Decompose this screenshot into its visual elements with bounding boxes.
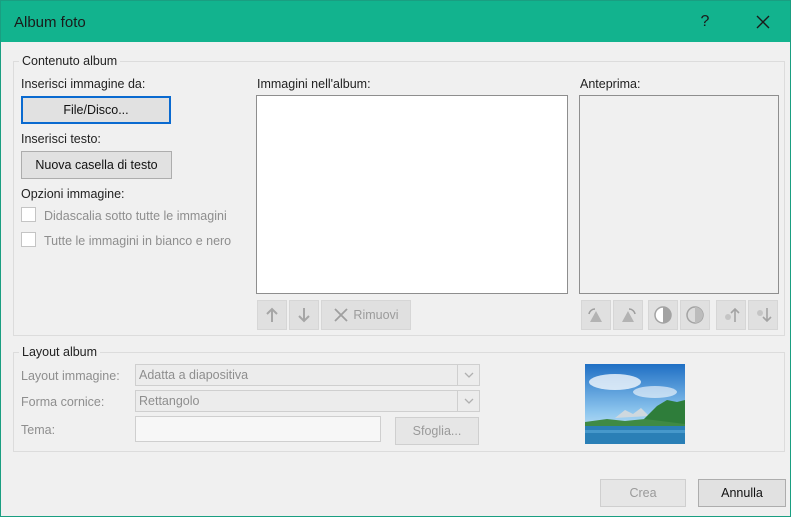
theme-label: Tema: — [21, 423, 56, 437]
move-up-button[interactable] — [257, 300, 287, 330]
theme-input[interactable] — [135, 416, 381, 442]
new-textbox-button-label: Nuova casella di testo — [35, 158, 158, 172]
picture-layout-label: Layout immagine: — [21, 369, 120, 383]
arrow-up-icon — [266, 307, 278, 322]
help-button[interactable]: ? — [687, 7, 723, 37]
frame-shape-label: Forma cornice: — [21, 395, 105, 409]
dropdown-arrow-icon — [457, 365, 479, 385]
album-images-label: Immagini nell'album: — [257, 77, 371, 91]
frame-shape-select[interactable]: Rettangolo — [135, 390, 480, 412]
caption-checkbox[interactable] — [21, 207, 36, 222]
rotate-left-button[interactable] — [581, 300, 611, 330]
contrast-more-icon — [654, 306, 672, 324]
frame-shape-value: Rettangolo — [139, 394, 200, 408]
insert-text-label: Inserisci testo: — [21, 132, 101, 146]
brightness-less-button[interactable] — [748, 300, 778, 330]
layout-preview-thumbnail — [585, 364, 685, 444]
contrast-less-icon — [686, 306, 704, 324]
picture-layout-select[interactable]: Adatta a diapositiva — [135, 364, 480, 386]
window-title: Album foto — [14, 14, 86, 31]
rotate-right-button[interactable] — [613, 300, 643, 330]
brightness-more-icon — [725, 307, 740, 322]
file-disk-button-label: File/Disco... — [63, 103, 129, 117]
contrast-less-button[interactable] — [680, 300, 710, 330]
remove-x-icon — [334, 308, 349, 322]
title-bar: Album foto ? — [1, 1, 790, 42]
brightness-less-icon — [757, 308, 772, 323]
caption-option-label: Didascalia sotto tutte le immagini — [44, 209, 227, 223]
preview-pane — [579, 95, 779, 294]
black-white-checkbox[interactable] — [21, 232, 36, 247]
browse-button-label: Sfoglia... — [412, 424, 462, 438]
move-down-button[interactable] — [289, 300, 319, 330]
cancel-button-label: Annulla — [721, 486, 763, 500]
browse-button[interactable]: Sfoglia... — [395, 417, 479, 445]
preview-label: Anteprima: — [580, 77, 641, 91]
remove-button[interactable]: Rimuovi — [321, 300, 411, 330]
close-icon — [756, 15, 770, 29]
help-icon: ? — [700, 13, 710, 30]
album-content-legend: Contenuto album — [19, 54, 121, 68]
file-disk-button[interactable]: File/Disco... — [21, 96, 171, 124]
create-button[interactable]: Crea — [600, 479, 686, 507]
rotate-left-icon — [588, 308, 602, 322]
create-button-label: Crea — [629, 486, 657, 500]
contrast-more-button[interactable] — [648, 300, 678, 330]
album-images-list[interactable] — [256, 95, 568, 294]
photo-album-dialog: Album foto ? Contenuto album Inserisci i… — [0, 0, 791, 517]
insert-image-label: Inserisci immagine da: — [21, 77, 146, 91]
arrow-down-icon — [298, 308, 310, 323]
picture-layout-value: Adatta a diapositiva — [139, 368, 249, 382]
close-button[interactable] — [745, 7, 781, 37]
rotate-right-icon — [622, 308, 636, 322]
new-textbox-button[interactable]: Nuova casella di testo — [21, 151, 172, 179]
dropdown-arrow-icon — [457, 391, 479, 411]
brightness-more-button[interactable] — [716, 300, 746, 330]
remove-button-label: Rimuovi — [353, 308, 399, 322]
cancel-button[interactable]: Annulla — [698, 479, 786, 507]
album-layout-legend: Layout album — [19, 345, 101, 359]
black-white-option-label: Tutte le immagini in bianco e nero — [44, 234, 232, 248]
image-options-label: Opzioni immagine: — [21, 187, 125, 201]
